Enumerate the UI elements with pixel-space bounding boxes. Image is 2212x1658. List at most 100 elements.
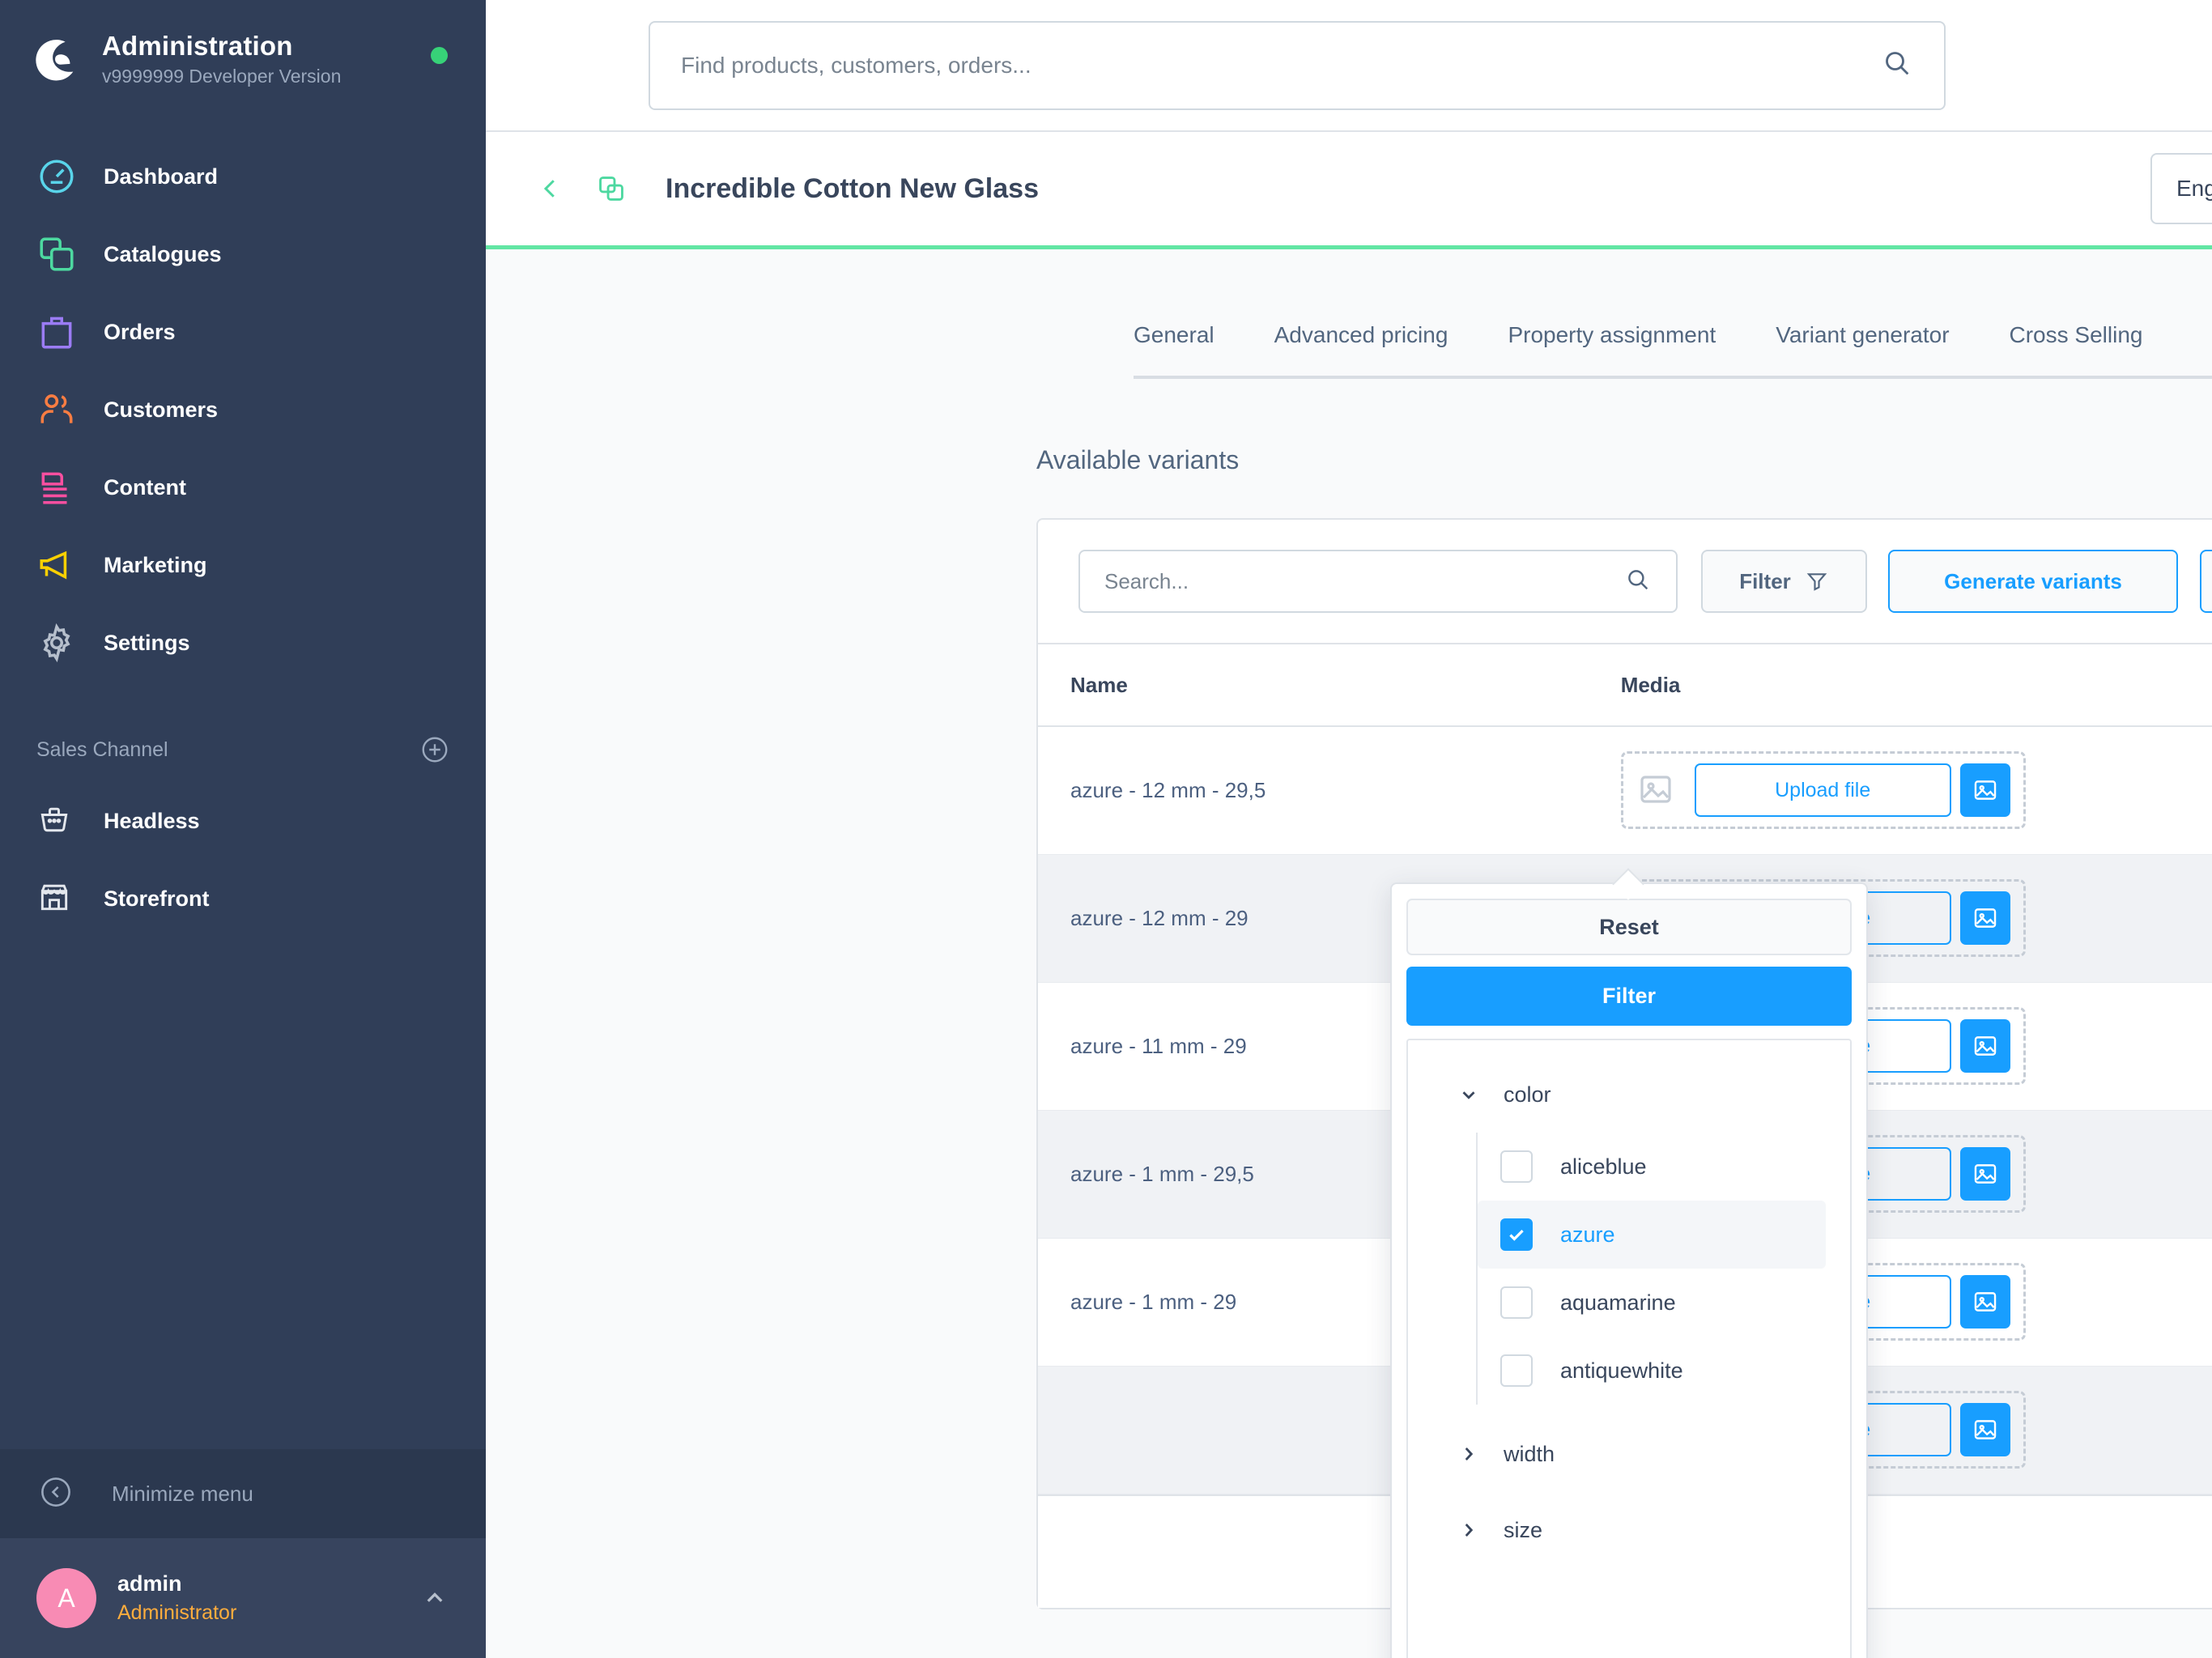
- sidebar-nav: Dashboard Catalogues Orders Customers Co…: [0, 138, 486, 682]
- filter-group-size[interactable]: size: [1408, 1503, 1850, 1557]
- sidebar-item-content[interactable]: Content: [0, 449, 486, 526]
- filter-group-label: color: [1504, 1082, 1551, 1107]
- duplicate-icon[interactable]: [596, 173, 627, 204]
- filter-group-label: width: [1504, 1441, 1555, 1466]
- catalogues-icon: [36, 234, 83, 274]
- sidebar-item-label: Marketing: [104, 552, 207, 577]
- plus-circle-icon[interactable]: [420, 735, 449, 764]
- tab-variant-generator[interactable]: Variant generator: [1776, 322, 1949, 376]
- funnel-icon: [1805, 569, 1829, 593]
- checkbox-checked-icon[interactable]: [1500, 1218, 1533, 1251]
- content-area: General Advanced pricing Property assign…: [486, 249, 2212, 1658]
- sidebar-item-catalogues[interactable]: Catalogues: [0, 215, 486, 293]
- table-header-row: Name Media Stock: [1038, 643, 2212, 727]
- sidebar: Administration v9999999 Developer Versio…: [0, 0, 486, 1658]
- sidebar-footer: Minimize menu A admin Administrator: [0, 1449, 486, 1658]
- filter-option-label: aliceblue: [1560, 1154, 1647, 1179]
- filter-group-color[interactable]: color: [1408, 1068, 1850, 1121]
- filter-apply-button[interactable]: Filter: [1406, 967, 1852, 1026]
- content-inner: General Advanced pricing Property assign…: [486, 249, 2212, 1658]
- chevron-up-icon[interactable]: [420, 1584, 449, 1613]
- app-root: Administration v9999999 Developer Versio…: [0, 0, 2212, 1658]
- section-title-available-variants: Available variants: [1036, 445, 1240, 474]
- media-picker-button[interactable]: [1959, 1019, 2010, 1073]
- chevron-left-icon[interactable]: [536, 174, 565, 203]
- cell-variant-name: azure - 12 mm - 29,5: [1038, 726, 1589, 855]
- table-row[interactable]: azure - 12 mm - 29,5 Upload file: [1038, 726, 2212, 855]
- user-profile-button[interactable]: A admin Administrator: [0, 1538, 486, 1658]
- sidebar-item-storefront[interactable]: Storefront: [0, 860, 486, 937]
- minimize-menu-label: Minimize menu: [112, 1481, 253, 1506]
- sidebar-item-headless[interactable]: Headless: [0, 782, 486, 860]
- brand-title: Administration: [102, 31, 293, 61]
- page-title: Incredible Cotton New Glass: [666, 172, 1039, 204]
- filter-option-azure[interactable]: azure: [1478, 1201, 1826, 1269]
- chevron-down-icon: [1458, 1084, 1479, 1105]
- search-icon[interactable]: [1624, 566, 1652, 597]
- brand-text: Administration v9999999 Developer Versio…: [102, 31, 341, 87]
- avatar: A: [36, 1568, 96, 1628]
- sales-channel-label: Sales Channel: [36, 738, 168, 761]
- search-icon[interactable]: [1881, 47, 1913, 83]
- filter-group-width[interactable]: width: [1408, 1427, 1850, 1481]
- column-header-media[interactable]: Media: [1588, 643, 2212, 727]
- variants-search-input[interactable]: Search...: [1078, 550, 1678, 613]
- filter-option-label: aquamarine: [1560, 1290, 1676, 1315]
- filter-options-color: aliceblue azure aquamarine antiquewhite: [1476, 1133, 1850, 1405]
- tab-property-assignment[interactable]: Property assignment: [1508, 322, 1716, 376]
- filter-group-label: size: [1504, 1517, 1543, 1542]
- tab-general[interactable]: General: [1134, 322, 1214, 376]
- storefront-presentation-button[interactable]: Storefront presentation: [2200, 550, 2212, 613]
- tab-cross-selling[interactable]: Cross Selling: [2010, 322, 2143, 376]
- content-icon: [36, 467, 83, 508]
- cell-media: Upload file: [1588, 726, 2212, 855]
- tab-bar: General Advanced pricing Property assign…: [1134, 322, 2212, 376]
- status-dot-online-icon: [431, 47, 448, 64]
- chevron-right-icon: [1458, 1443, 1479, 1465]
- media-dropzone[interactable]: Upload file: [1620, 751, 2026, 830]
- filter-option-label: antiquewhite: [1560, 1358, 1683, 1383]
- filter-button[interactable]: Filter: [1701, 550, 1867, 613]
- checkbox-unchecked-icon[interactable]: [1500, 1286, 1533, 1319]
- global-search-input[interactable]: Find products, customers, orders...: [649, 20, 1946, 110]
- sidebar-item-label: Customers: [104, 397, 219, 422]
- media-picker-button[interactable]: [1959, 891, 2010, 945]
- column-header-name[interactable]: Name: [1038, 643, 1589, 727]
- user-text: admin Administrator: [117, 1571, 420, 1625]
- sidebar-item-label: Catalogues: [104, 241, 222, 266]
- filter-reset-button[interactable]: Reset: [1406, 899, 1852, 955]
- media-picker-button[interactable]: [1959, 1403, 2010, 1456]
- chevron-left-circle-icon: [39, 1475, 73, 1513]
- marketing-icon: [36, 545, 83, 585]
- storefront-icon: [36, 879, 83, 919]
- language-select[interactable]: English: [2150, 153, 2212, 224]
- generate-variants-button[interactable]: Generate variants: [1888, 550, 2178, 613]
- sidebar-item-settings[interactable]: Settings: [0, 604, 486, 682]
- tab-advanced-pricing[interactable]: Advanced pricing: [1274, 322, 1448, 376]
- sales-channel-section: Sales Channel: [0, 717, 486, 782]
- filter-option-aquamarine[interactable]: aquamarine: [1478, 1269, 1826, 1337]
- dashboard-icon: [36, 156, 83, 197]
- filter-option-aliceblue[interactable]: aliceblue: [1478, 1133, 1826, 1201]
- media-picker-button[interactable]: [1959, 1275, 2010, 1329]
- sidebar-item-marketing[interactable]: Marketing: [0, 526, 486, 604]
- language-value: English: [2176, 176, 2212, 201]
- checkbox-unchecked-icon[interactable]: [1500, 1150, 1533, 1183]
- checkbox-unchecked-icon[interactable]: [1500, 1354, 1533, 1387]
- sidebar-brand[interactable]: Administration v9999999 Developer Versio…: [0, 0, 486, 87]
- main-area: Find products, customers, orders... Incr…: [486, 0, 2212, 1658]
- minimize-menu-button[interactable]: Minimize menu: [0, 1449, 486, 1538]
- sidebar-item-orders[interactable]: Orders: [0, 293, 486, 371]
- filter-groups: color aliceblue azure aquamarine antique…: [1406, 1039, 1852, 1658]
- variants-toolbar: Search... Filter Generate variants: [1038, 520, 2212, 643]
- filter-option-antiquewhite[interactable]: antiquewhite: [1478, 1337, 1826, 1405]
- sidebar-item-dashboard[interactable]: Dashboard: [0, 138, 486, 215]
- page-header: Incredible Cotton New Glass English Canc…: [486, 132, 2212, 249]
- media-picker-button[interactable]: [1959, 1147, 2010, 1201]
- basket-icon: [36, 801, 83, 841]
- sidebar-item-customers[interactable]: Customers: [0, 371, 486, 449]
- filter-option-label: azure: [1560, 1222, 1615, 1247]
- upload-file-button[interactable]: Upload file: [1694, 763, 1951, 818]
- filter-flyout: Reset Filter color aliceblue azure aquam…: [1390, 868, 1868, 1658]
- media-picker-button[interactable]: [1959, 763, 2010, 818]
